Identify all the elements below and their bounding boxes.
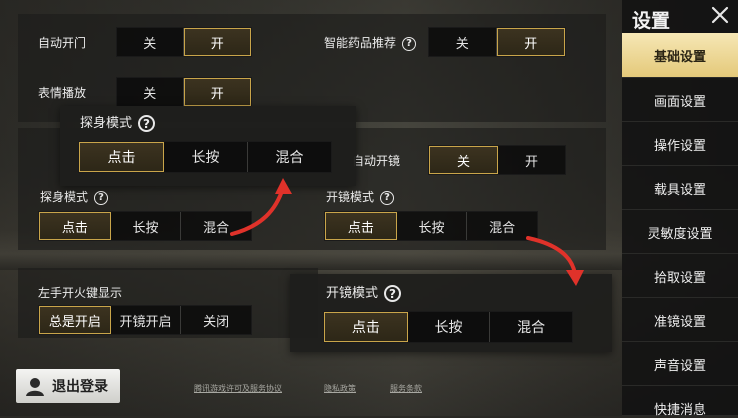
logout-button[interactable]: 退出登录: [16, 369, 120, 403]
help-icon[interactable]: ?: [94, 190, 109, 205]
sidebar-item-graphics[interactable]: 画面设置: [622, 79, 738, 122]
scope-mode-hold[interactable]: 长按: [397, 212, 468, 240]
scope-callout-tap[interactable]: 点击: [324, 312, 408, 342]
left-fire-always[interactable]: 总是开启: [39, 306, 111, 334]
help-icon[interactable]: ?: [380, 190, 395, 205]
sidebar-item-crosshair[interactable]: 准镜设置: [622, 299, 738, 342]
peek-callout-mixed[interactable]: 混合: [248, 142, 331, 172]
scope-callout-mixed[interactable]: 混合: [490, 312, 572, 342]
help-icon[interactable]: ?: [138, 115, 156, 132]
auto-door-off[interactable]: 关: [117, 28, 184, 56]
peek-mode-selector[interactable]: 点击 长按 混合: [38, 211, 252, 241]
peek-callout-tap[interactable]: 点击: [79, 142, 164, 172]
user-icon: [26, 378, 44, 396]
smart-med-label: 智能药品推荐?: [324, 34, 417, 51]
smart-med-on[interactable]: 开: [496, 28, 565, 56]
footer-license-link[interactable]: 腾讯游戏许可及服务协议: [194, 383, 282, 394]
footer-privacy-link[interactable]: 隐私政策: [324, 383, 356, 394]
scope-callout-selector[interactable]: 点击 长按 混合: [323, 311, 573, 343]
scope-callout-label-text: 开镜模式: [326, 286, 379, 301]
close-icon[interactable]: [709, 4, 731, 26]
left-fire-scope[interactable]: 开镜开启: [111, 306, 182, 334]
peek-mode-mixed[interactable]: 混合: [181, 212, 251, 240]
auto-door-toggle[interactable]: 关 开: [116, 27, 252, 57]
scope-mode-mixed[interactable]: 混合: [467, 212, 537, 240]
scope-callout-hold[interactable]: 长按: [408, 312, 491, 342]
help-icon[interactable]: ?: [384, 285, 402, 302]
scope-mode-selector[interactable]: 点击 长按 混合: [324, 211, 538, 241]
auto-scope-off[interactable]: 关: [429, 146, 498, 174]
auto-scope-label: 自动开镜: [352, 154, 401, 168]
emote-label: 表情播放: [38, 86, 87, 100]
sidebar-item-quick-msg[interactable]: 快捷消息: [622, 387, 738, 418]
auto-scope-toggle[interactable]: 关 开: [428, 145, 566, 175]
sidebar-item-basic[interactable]: 基础设置: [622, 33, 738, 78]
auto-door-label: 自动开门: [38, 36, 87, 50]
peek-callout-label: 探身模式?: [80, 112, 156, 132]
emote-toggle[interactable]: 关 开: [116, 77, 252, 107]
smart-med-off[interactable]: 关: [429, 28, 497, 56]
help-icon[interactable]: ?: [402, 36, 417, 51]
scope-mode-label-text: 开镜模式: [326, 190, 375, 204]
sidebar-item-controls[interactable]: 操作设置: [622, 123, 738, 166]
smart-med-label-text: 智能药品推荐: [324, 36, 397, 50]
peek-mode-hold[interactable]: 长按: [111, 212, 182, 240]
smart-med-toggle[interactable]: 关 开: [428, 27, 566, 57]
sidebar-item-pickup[interactable]: 拾取设置: [622, 255, 738, 298]
peek-callout-label-text: 探身模式: [80, 116, 133, 131]
left-fire-off[interactable]: 关闭: [181, 306, 251, 334]
sidebar-item-vehicle[interactable]: 载具设置: [622, 167, 738, 210]
scope-mode-tap[interactable]: 点击: [325, 212, 397, 240]
peek-callout-selector[interactable]: 点击 长按 混合: [78, 141, 332, 173]
left-fire-selector[interactable]: 总是开启 开镜开启 关闭: [38, 305, 252, 335]
peek-callout-hold[interactable]: 长按: [164, 142, 248, 172]
scope-mode-label: 开镜模式?: [326, 188, 395, 205]
emote-on[interactable]: 开: [183, 78, 251, 106]
peek-mode-label: 探身模式?: [40, 188, 109, 205]
peek-mode-tap[interactable]: 点击: [39, 212, 111, 240]
footer-terms-link[interactable]: 服务条款: [390, 383, 422, 394]
sidebar-item-sound[interactable]: 声音设置: [622, 343, 738, 386]
peek-mode-label-text: 探身模式: [40, 190, 89, 204]
auto-door-on[interactable]: 开: [183, 28, 251, 56]
auto-scope-on[interactable]: 开: [498, 146, 565, 174]
scope-callout-label: 开镜模式?: [326, 282, 402, 302]
sidebar-item-sensitivity[interactable]: 灵敏度设置: [622, 211, 738, 254]
logout-label: 退出登录: [52, 379, 108, 395]
left-fire-label: 左手开火键显示: [38, 286, 123, 300]
emote-off[interactable]: 关: [117, 78, 184, 106]
sidebar-title: 设置: [632, 10, 671, 32]
